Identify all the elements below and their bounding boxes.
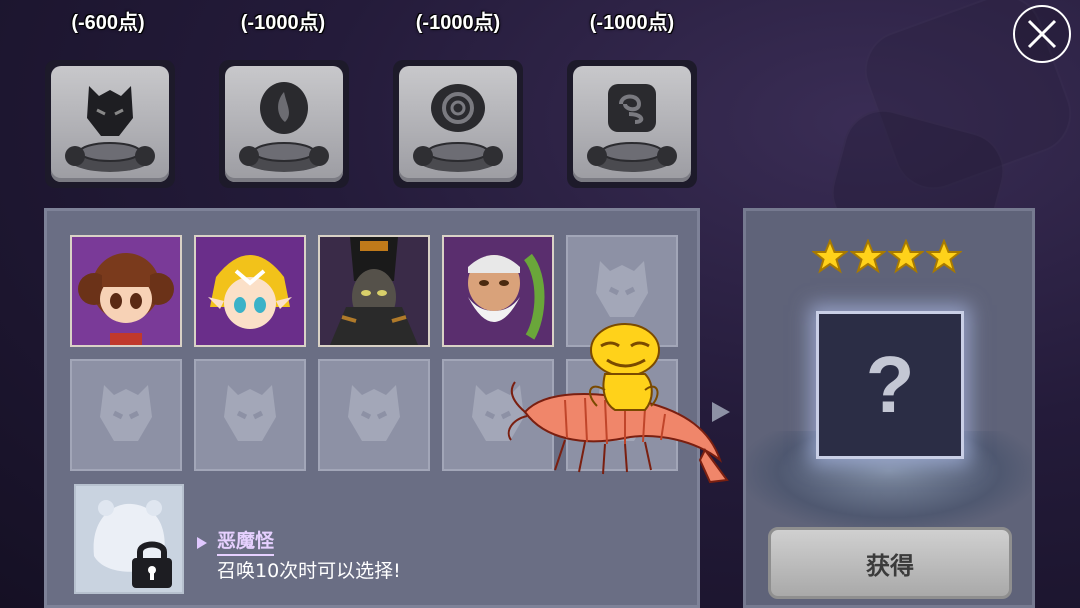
monster-slot-1[interactable] [70,235,182,347]
star-icon [812,239,848,274]
cost-label-2: (-1000点) [240,12,326,34]
monster-silhouette-icon [224,385,276,441]
close-button[interactable] [1013,5,1071,63]
monster-slot-empty [70,359,182,471]
swirl-rune-icon [413,84,503,172]
question-mark: ? [865,340,915,429]
obtain-button[interactable]: 获得 [768,527,1012,599]
wind-rune-icon [587,84,677,172]
star-icon [888,239,924,274]
blonde-elf-portrait [196,237,304,345]
padlock-icon [132,541,172,588]
monster-silhouette-icon [348,385,400,441]
category-water-button[interactable] [393,60,523,188]
monster-silhouette-icon [100,385,152,441]
monster-slot-empty [194,359,306,471]
close-icon [1027,19,1057,49]
demon-mask-icon [65,86,155,172]
category-wind-button[interactable] [567,60,697,188]
obtain-button-label: 获得 [866,551,914,580]
star-rating [812,239,962,275]
dark-knight-portrait [320,237,428,345]
cost-label-3: (-1000点) [415,12,501,34]
monster-slot-2[interactable] [194,235,306,347]
name-pointer-icon [197,537,207,549]
locked-monster-tile[interactable] [74,484,184,594]
monster-slot-3[interactable] [318,235,430,347]
shrimp-rider-sticker [507,323,729,484]
monster-slot-empty [318,359,430,471]
mystery-monster-card: ? [816,311,964,459]
unlock-requirement-text: 召唤10次时可以选择! [217,560,401,582]
star-icon [850,239,886,274]
cost-label-4: (-1000点) [589,12,675,34]
cost-label-1: (-600点) [71,12,145,34]
locked-monster-name: 恶魔怪 [217,526,275,556]
reward-panel: ? 获得 [743,208,1035,608]
star-icon [926,239,962,274]
category-dark-button[interactable] [45,60,175,188]
fire-rune-icon [239,82,329,172]
fairy-girl-portrait [72,237,180,345]
category-fire-button[interactable] [219,60,349,188]
